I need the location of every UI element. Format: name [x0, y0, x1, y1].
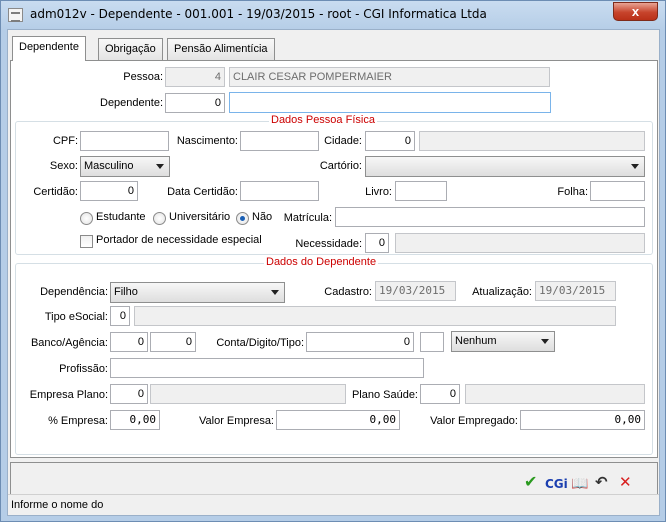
legend-dados-pessoa-fisica: Dados Pessoa Física [269, 114, 377, 126]
legend-dados-dependente: Dados do Dependente [264, 256, 379, 268]
dependente-label: Dependente: [100, 97, 163, 109]
banco-agencia-label: Banco/Agência: [30, 337, 108, 349]
tab-pensao-alimenticia[interactable]: Pensão Alimentícia [167, 38, 275, 60]
banco-field[interactable]: 0 [110, 332, 148, 352]
cadastro-field: 19/03/2015 [375, 281, 456, 301]
nao-label: Não [252, 211, 273, 223]
matricula-field[interactable] [335, 207, 645, 227]
dependencia-label: Dependência: [40, 286, 108, 298]
cgi-icon[interactable]: CGi [545, 476, 568, 492]
data-certidao-label: Data Certidão: [167, 186, 238, 198]
tipo-conta-value: Nenhum [455, 335, 497, 347]
plano-saude-code-field[interactable]: 0 [420, 384, 460, 404]
cidade-code-field[interactable]: 0 [365, 131, 415, 151]
pessoa-label: Pessoa: [123, 71, 163, 83]
nascimento-label: Nascimento: [176, 135, 238, 147]
data-certidao-field[interactable] [240, 181, 319, 201]
sexo-value: Masculino [84, 160, 134, 172]
pct-empresa-field[interactable]: 0,00 [110, 410, 160, 430]
group-dados-pessoa-fisica: Dados Pessoa Física CPF: Nascimento: Cid… [15, 114, 653, 255]
estudante-radio[interactable] [80, 212, 93, 225]
pct-empresa-label: % Empresa: [48, 415, 108, 427]
empresa-plano-name-field [150, 384, 346, 404]
folha-label: Folha: [557, 186, 588, 198]
client-area: Dependente Obrigação Pensão Alimentícia … [7, 29, 660, 516]
valor-empresa-label: Valor Empresa: [199, 415, 274, 427]
plano-saude-label: Plano Saúde: [351, 389, 418, 401]
livro-field[interactable] [395, 181, 447, 201]
sexo-select[interactable]: Masculino [80, 156, 170, 177]
tab-panel-dependente: Pessoa: 4 CLAIR CESAR POMPERMAIER Depend… [10, 60, 658, 458]
conta-digito-tipo-label: Conta/Digito/Tipo: [216, 337, 304, 349]
dependente-name-field[interactable] [229, 92, 551, 113]
pessoa-name-field: CLAIR CESAR POMPERMAIER [229, 67, 550, 87]
tab-obrigacao[interactable]: Obrigação [98, 38, 163, 60]
sexo-label: Sexo: [49, 160, 78, 172]
cpf-field[interactable] [80, 131, 169, 151]
conta-field[interactable]: 0 [306, 332, 414, 352]
profissao-label: Profissão: [59, 363, 108, 375]
status-text: Informe o nome do [11, 499, 104, 511]
chevron-down-icon [271, 290, 279, 295]
certidao-field[interactable]: 0 [80, 181, 138, 201]
cartorio-select[interactable] [365, 156, 645, 177]
nao-radio[interactable] [236, 212, 249, 225]
atualizacao-field: 19/03/2015 [535, 281, 616, 301]
necessidade-name-field [395, 233, 645, 253]
dependencia-value: Filho [114, 286, 138, 298]
digito-field[interactable] [420, 332, 444, 352]
confirm-icon[interactable]: ✔ [524, 475, 537, 491]
group-dados-dependente: Dados do Dependente Dependência: Filho C… [15, 256, 653, 455]
window-title: adm012v - Dependente - 001.001 - 19/03/2… [30, 7, 487, 21]
empresa-plano-label: Empresa Plano: [29, 389, 108, 401]
cidade-name-field [419, 131, 645, 151]
valor-empresa-field[interactable]: 0,00 [276, 410, 400, 430]
portador-label: Portador de necessidade especial [96, 234, 262, 246]
folha-field[interactable] [590, 181, 645, 201]
matricula-label: Matrícula: [283, 212, 332, 224]
help-book-icon[interactable]: 📖 [571, 475, 588, 491]
app-window: adm012v - Dependente - 001.001 - 19/03/2… [0, 0, 666, 522]
necessidade-code-field[interactable]: 0 [365, 233, 389, 253]
cancel-icon[interactable]: ✕ [619, 475, 632, 491]
undo-icon[interactable]: ↶ [595, 475, 608, 491]
tipo-conta-select[interactable]: Nenhum [451, 331, 555, 352]
estudante-label: Estudante [96, 211, 146, 223]
tab-dependente[interactable]: Dependente [12, 36, 86, 61]
valor-empregado-field[interactable]: 0,00 [520, 410, 645, 430]
status-bar: Informe o nome do [8, 494, 659, 515]
cadastro-label: Cadastro: [324, 286, 372, 298]
plano-saude-name-field [465, 384, 645, 404]
chevron-down-icon [631, 164, 639, 169]
tipo-esocial-name-field [134, 306, 616, 326]
tipo-esocial-code-field[interactable]: 0 [110, 306, 130, 326]
agencia-field[interactable]: 0 [150, 332, 196, 352]
chevron-down-icon [156, 164, 164, 169]
certidao-label: Certidão: [33, 186, 78, 198]
app-icon [8, 8, 23, 22]
profissao-field[interactable] [110, 358, 424, 378]
tipo-esocial-label: Tipo eSocial: [44, 311, 108, 323]
dependencia-select[interactable]: Filho [110, 282, 285, 303]
necessidade-label: Necessidade: [295, 238, 362, 250]
cartorio-label: Cartório: [319, 160, 362, 172]
title-bar[interactable]: adm012v - Dependente - 001.001 - 19/03/2… [1, 1, 665, 29]
atualizacao-label: Atualização: [472, 286, 532, 298]
empresa-plano-code-field[interactable]: 0 [110, 384, 148, 404]
cidade-label: Cidade: [324, 135, 362, 147]
nascimento-field[interactable] [240, 131, 319, 151]
pessoa-code-field: 4 [165, 67, 225, 87]
livro-label: Livro: [365, 186, 392, 198]
dependente-code-field[interactable]: 0 [165, 93, 225, 113]
universitario-label: Universitário [169, 211, 231, 223]
universitario-radio[interactable] [153, 212, 166, 225]
close-button[interactable]: x [613, 2, 658, 21]
portador-checkbox[interactable] [80, 235, 93, 248]
valor-empregado-label: Valor Empregado: [430, 415, 518, 427]
cpf-label: CPF: [52, 135, 78, 147]
chevron-down-icon [541, 339, 549, 344]
